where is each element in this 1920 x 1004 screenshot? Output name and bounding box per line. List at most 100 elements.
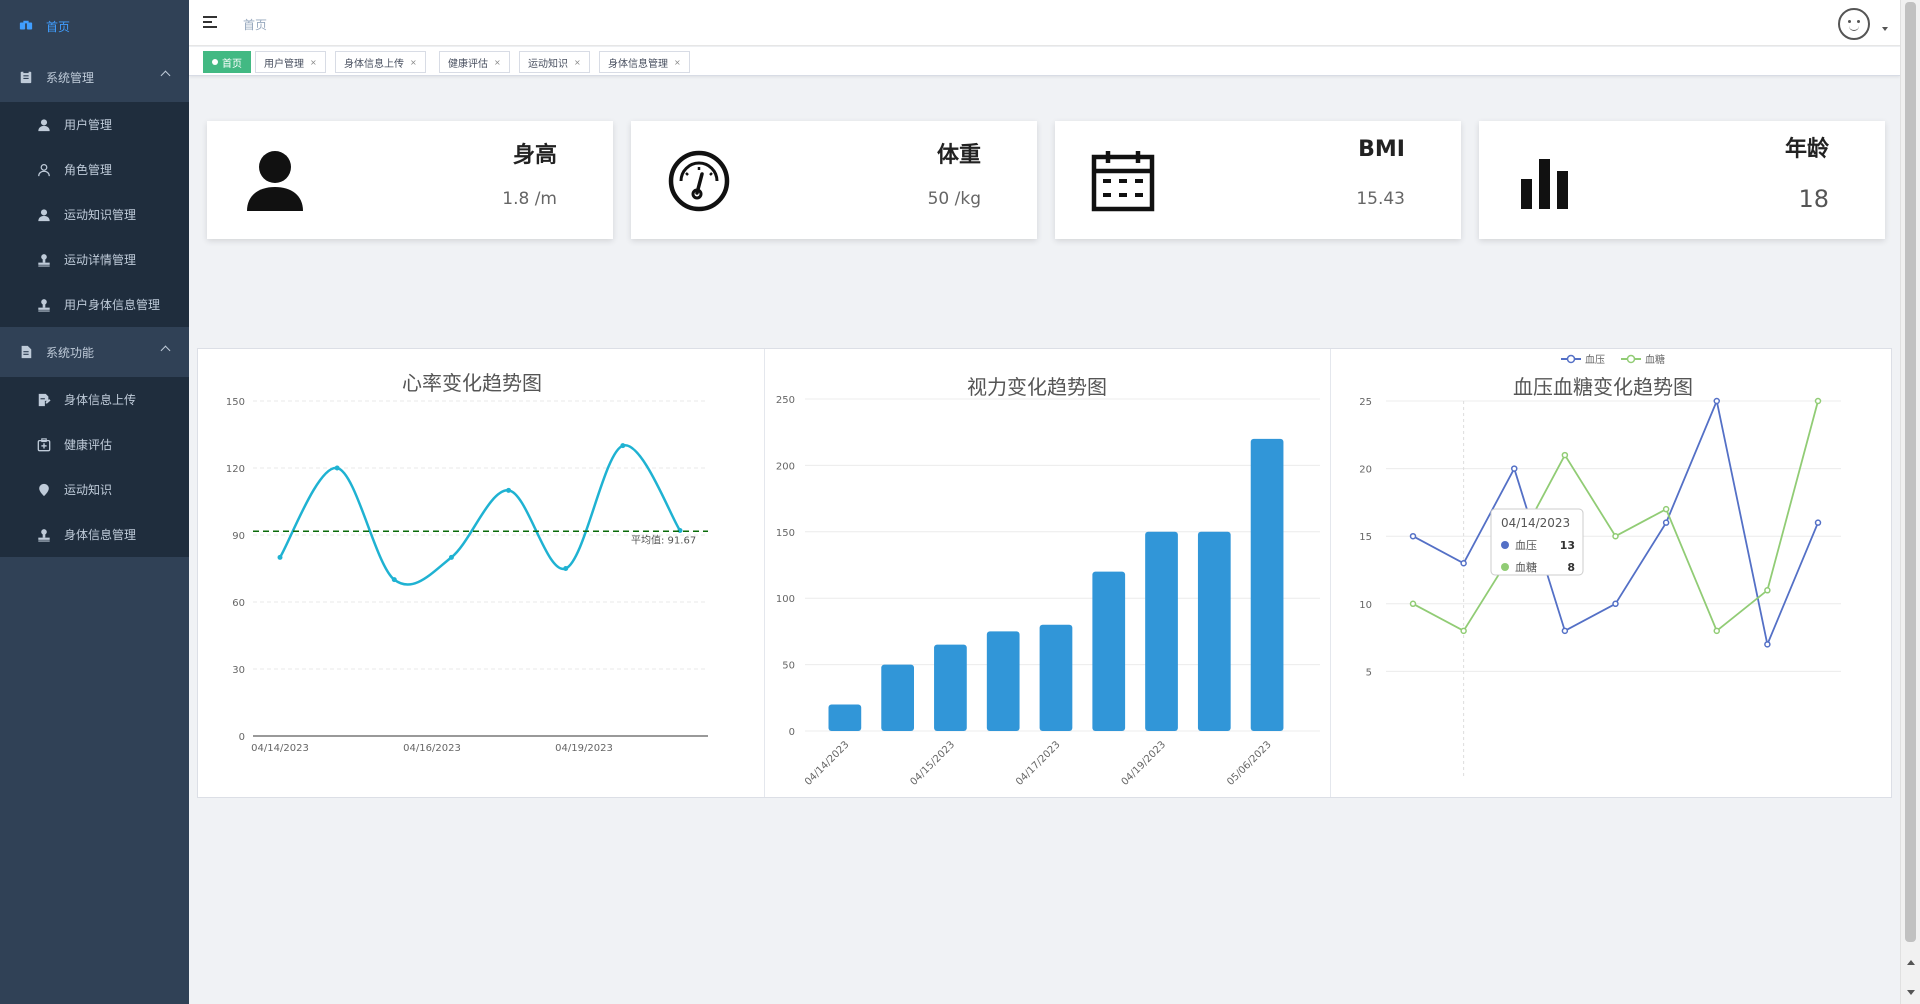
chevron-up-icon <box>160 345 171 356</box>
sidebar-item-home[interactable]: 首页 <box>0 0 189 52</box>
sidebar-group-label: 系统管理 <box>46 70 95 85</box>
data-point <box>1713 397 1720 405</box>
sidebar-item-exercise-knowledge-management[interactable]: 运动知识管理 <box>0 192 189 237</box>
gauge-icon <box>668 150 730 212</box>
stamp-icon <box>36 527 52 543</box>
scrollbar-thumb[interactable] <box>1905 2 1916 942</box>
data-point <box>1561 451 1569 459</box>
sidebar-item-label: 身体信息上传 <box>64 393 137 407</box>
stat-title: BMI <box>1358 137 1405 162</box>
sidebar-home-label: 首页 <box>46 19 71 34</box>
heart-rate-chart-svg[interactable]: 0 30 60 90 120 150 平均值: 91.67 04/14/2023 04/16/2… <box>198 349 764 797</box>
data-point <box>1460 559 1467 567</box>
stat-title: 体重 <box>936 143 981 168</box>
scroll-down-icon[interactable] <box>1907 990 1915 995</box>
document-edit-icon <box>36 392 52 408</box>
y-tick-label: 120 <box>226 464 245 475</box>
x-tick-label: 04/17/2023 <box>1014 739 1063 788</box>
data-point <box>1814 519 1822 526</box>
document-icon <box>18 344 34 360</box>
tooltip-series-name: 血压 <box>1515 538 1537 552</box>
close-icon[interactable]: × <box>410 58 417 67</box>
scroll-up-icon[interactable] <box>1907 960 1915 965</box>
close-icon[interactable]: × <box>674 58 681 67</box>
y-tick-label: 30 <box>232 665 245 676</box>
stat-value: 50 /kg <box>927 189 981 209</box>
close-icon[interactable]: × <box>494 58 501 67</box>
data-point <box>1409 532 1417 540</box>
tag-body-info-upload[interactable]: 身体信息上传 × <box>335 51 426 73</box>
sidebar-item-label: 用户身体信息管理 <box>64 298 161 312</box>
data-point <box>391 577 397 583</box>
data-point <box>448 554 454 560</box>
bar <box>934 644 967 731</box>
stat-card-weight[interactable]: 体重 50 /kg <box>631 121 1037 239</box>
blood-pressure-sugar-chart: 血压血糖变化趋势图 5 10 15 20 25 血压 血糖 04/14/2023 血压 13 血糖 8 <box>1330 349 1891 797</box>
tooltip-value: 13 <box>1560 539 1575 552</box>
clipboard-icon <box>18 69 34 85</box>
y-tick-label: 20 <box>1359 465 1372 476</box>
data-point <box>1713 627 1720 635</box>
legend-marker <box>1626 354 1636 364</box>
y-tick-label: 90 <box>232 531 245 542</box>
avatar[interactable] <box>1838 8 1870 40</box>
chart-title: 血压血糖变化趋势图 <box>1513 375 1693 399</box>
tooltip-marker <box>1501 563 1509 571</box>
sidebar-item-exercise-detail-management[interactable]: 运动详情管理 <box>0 237 189 282</box>
active-dot-icon <box>212 59 218 65</box>
legend-label: 血压 <box>1585 353 1605 366</box>
sidebar-submenu-system-functions: 身体信息上传 健康评估 运动知识 身体信息管理 <box>0 377 189 557</box>
bar <box>1145 531 1178 731</box>
data-point <box>506 487 512 493</box>
y-tick-label: 200 <box>776 461 795 472</box>
sidebar-item-user-management[interactable]: 用户管理 <box>0 102 189 147</box>
blood-chart-svg[interactable]: 510152025血压 血糖04/14/2023血压 13血糖 8 <box>1331 349 1892 797</box>
sidebar-item-body-info-upload[interactable]: 身体信息上传 <box>0 377 189 422</box>
sidebar-item-exercise-knowledge[interactable]: 运动知识 <box>0 467 189 512</box>
x-tick-label: 04/15/2023 <box>909 739 958 788</box>
tag-user-management[interactable]: 用户管理 × <box>255 51 326 73</box>
page-scrollbar[interactable] <box>1900 0 1920 1004</box>
sidebar-item-label: 运动知识管理 <box>64 208 137 222</box>
sidebar-group-system-admin[interactable]: 系统管理 <box>0 52 189 102</box>
data-point <box>1612 600 1619 608</box>
tag-label: 首页 <box>222 58 242 70</box>
stat-card-bmi[interactable]: BMI 15.43 <box>1055 121 1461 239</box>
stat-card-height[interactable]: 身高 1.8 /m <box>207 121 613 239</box>
data-point <box>563 566 569 571</box>
tag-body-info-management[interactable]: 身体信息管理 × <box>599 51 690 73</box>
y-tick-label: 25 <box>1359 397 1372 408</box>
bar <box>881 664 914 731</box>
stat-title: 身高 <box>512 143 557 168</box>
tag-home[interactable]: 首页 <box>203 51 251 73</box>
charts-panel: 心率变化趋势图 0 30 60 90 120 150 平均值: 91.67 04/14/202… <box>197 348 1892 798</box>
bar <box>1039 624 1073 731</box>
data-point <box>1662 519 1670 526</box>
bar <box>1250 438 1284 731</box>
bar <box>1092 571 1126 731</box>
data-point <box>1814 397 1822 405</box>
sidebar-item-role-management[interactable]: 角色管理 <box>0 147 189 192</box>
tag-exercise-knowledge[interactable]: 运动知识 × <box>519 51 590 73</box>
y-tick-label: 10 <box>1359 600 1372 611</box>
breadcrumb[interactable]: 首页 <box>243 16 267 33</box>
sidebar-item-body-info-management[interactable]: 身体信息管理 <box>0 512 189 557</box>
caret-down-icon[interactable] <box>1882 27 1888 31</box>
stat-card-age[interactable]: 年龄 18 <box>1479 121 1885 239</box>
user-icon <box>36 207 52 223</box>
tag-label: 身体信息上传 <box>344 58 404 70</box>
heart-rate-series-line <box>278 444 682 586</box>
vision-chart-svg[interactable]: 0 50 100 150 200 250 04/14/2023 04/15/2023 04/17… <box>765 349 1331 797</box>
tooltip-marker <box>1501 541 1509 549</box>
tag-health-assessment[interactable]: 健康评估 × <box>439 51 510 73</box>
sidebar-item-label: 运动详情管理 <box>64 253 137 267</box>
sidebar-item-label: 健康评估 <box>64 438 113 452</box>
sidebar-item-health-assessment[interactable]: 健康评估 <box>0 422 189 467</box>
close-icon[interactable]: × <box>310 58 317 67</box>
legend-label: 血糖 <box>1645 353 1665 366</box>
tag-label: 运动知识 <box>528 58 568 70</box>
sidebar-item-user-body-info-management[interactable]: 用户身体信息管理 <box>0 282 189 327</box>
hamburger-menu-icon[interactable] <box>203 16 217 28</box>
close-icon[interactable]: × <box>574 58 581 67</box>
sidebar-group-system-functions[interactable]: 系统功能 <box>0 327 189 377</box>
